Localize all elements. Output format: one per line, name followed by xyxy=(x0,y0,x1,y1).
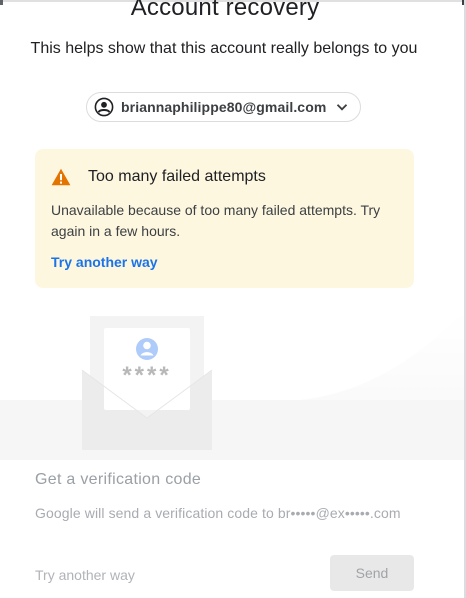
verification-illustration: **** xyxy=(0,300,464,460)
try-another-way-button[interactable]: Try another way xyxy=(35,567,135,583)
masked-code-text: **** xyxy=(122,362,171,389)
page-subtitle: This helps show that this account really… xyxy=(30,40,418,57)
alert-message: Unavailable because of too many failed a… xyxy=(51,202,381,239)
try-another-way-link[interactable]: Try another way xyxy=(51,254,158,270)
warning-icon xyxy=(51,168,71,186)
verification-section: Get a verification code Google will send… xyxy=(0,460,464,598)
chevron-down-icon xyxy=(335,100,349,114)
page-title: Account recovery xyxy=(130,0,320,21)
failed-attempts-alert: Too many failed attempts Unavailable bec… xyxy=(35,149,414,288)
send-button[interactable]: Send xyxy=(330,555,414,591)
alert-title: Too many failed attempts xyxy=(88,168,266,185)
account-circle-icon xyxy=(94,97,114,117)
account-email: briannaphilippe80@gmail.com xyxy=(121,99,327,115)
account-chooser-chip[interactable]: briannaphilippe80@gmail.com xyxy=(86,92,361,122)
verification-description: Google will send a verification code to … xyxy=(35,505,401,521)
verification-title: Get a verification code xyxy=(35,471,202,488)
